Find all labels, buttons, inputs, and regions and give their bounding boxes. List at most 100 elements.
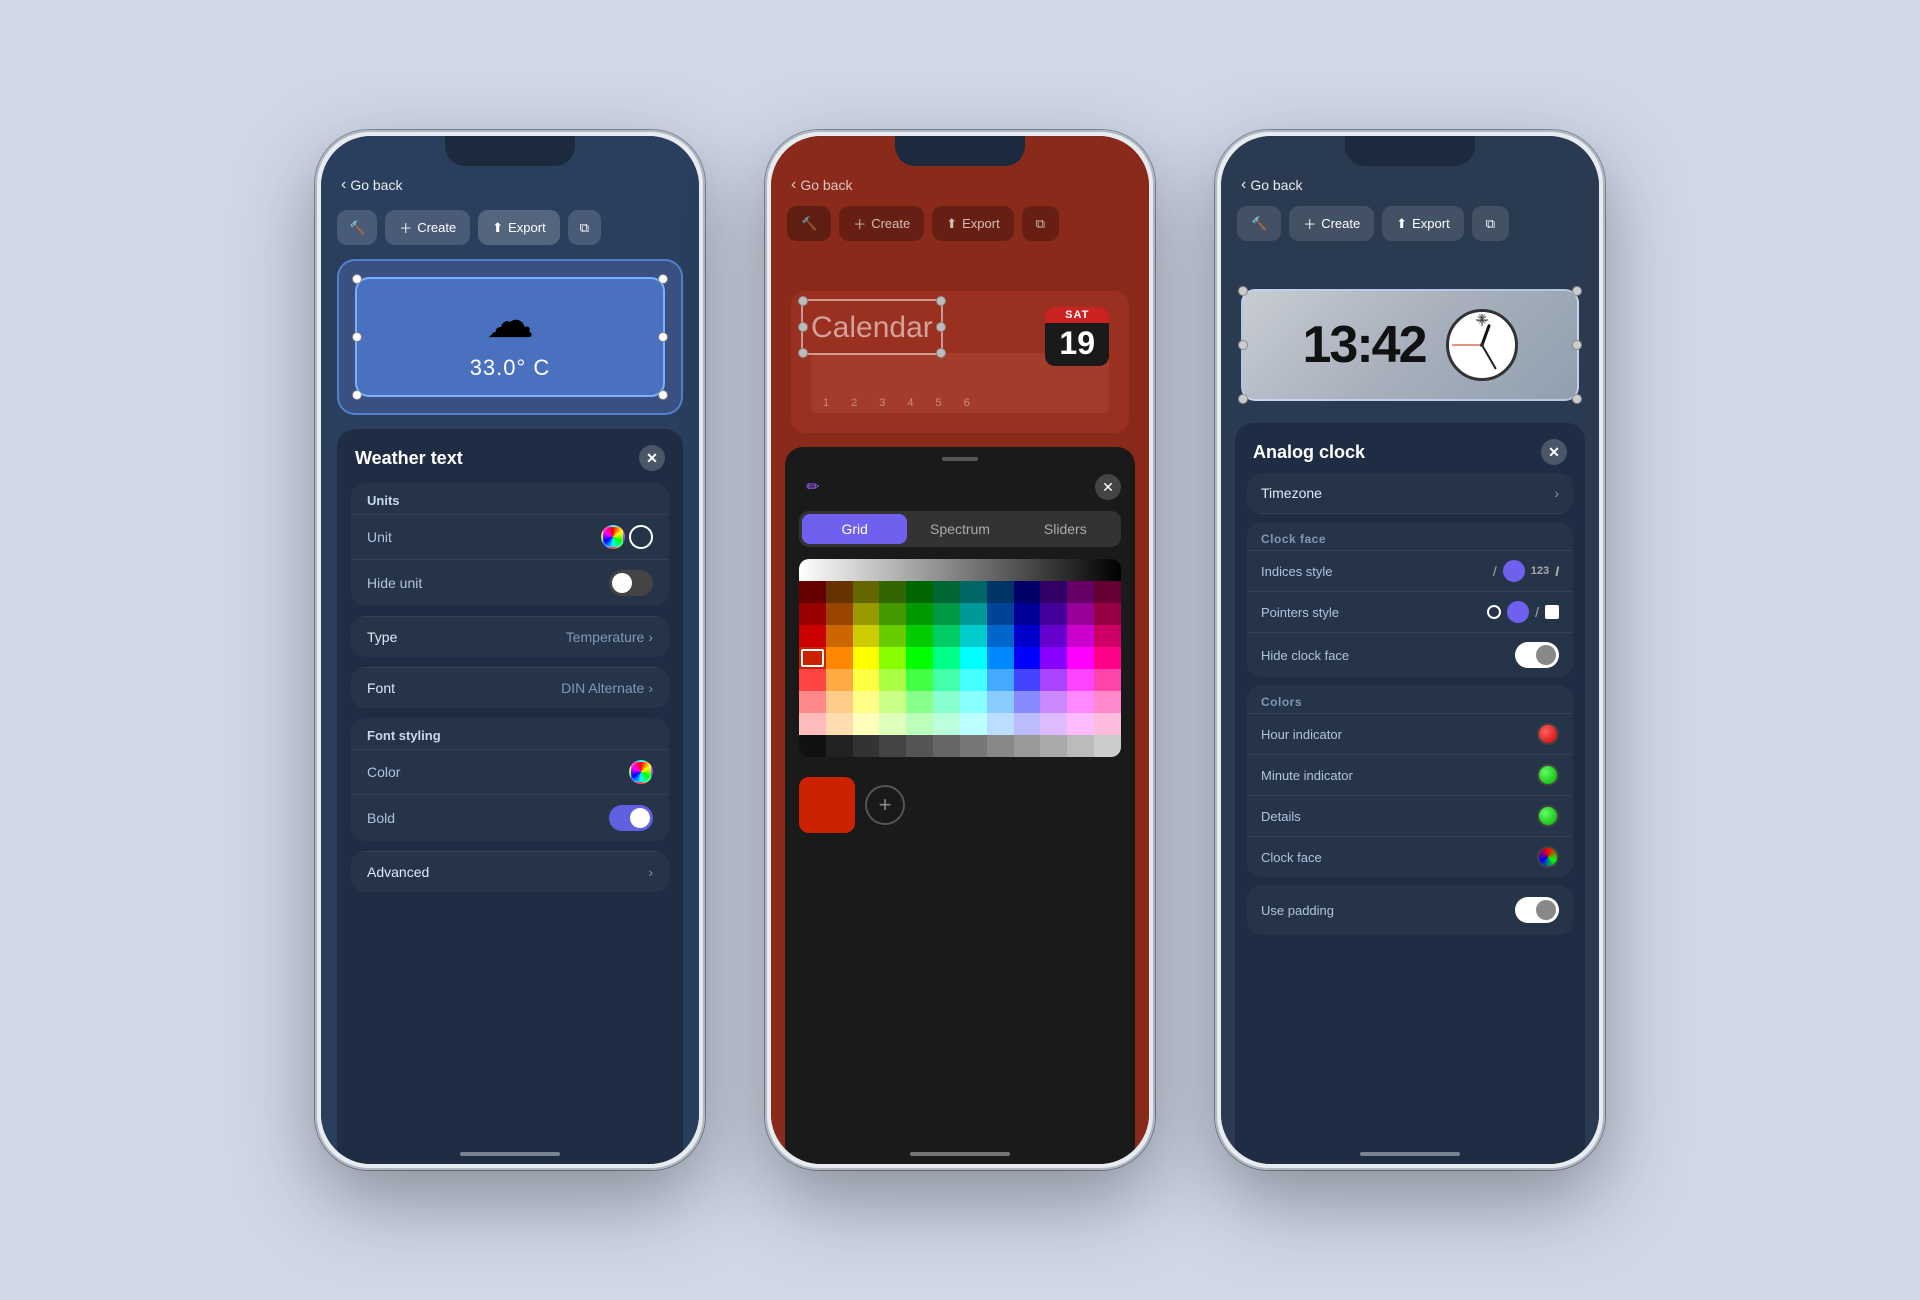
cp-tab-spectrum[interactable]: Spectrum xyxy=(907,514,1012,544)
p2-hammer-button[interactable]: 🔨 xyxy=(787,206,831,241)
use-padding-label: Use padding xyxy=(1261,903,1334,918)
create-button[interactable]: ＋ Create xyxy=(385,210,470,245)
cp-tab-grid[interactable]: Grid xyxy=(802,514,907,544)
p2-plus-icon: ＋ xyxy=(853,214,866,233)
export-icon: ⬆ xyxy=(492,220,503,236)
p2-calendar-label: Calendar xyxy=(811,311,933,344)
resize-handle-tr[interactable] xyxy=(658,274,668,284)
p3-create-button[interactable]: ＋ Create xyxy=(1289,206,1374,241)
close-button[interactable]: ✕ xyxy=(639,445,665,471)
type-nav-row[interactable]: Type Temperature › xyxy=(351,616,669,657)
p2-layers-button[interactable]: ⧉ xyxy=(1022,206,1059,241)
chevron-right-icon-2: › xyxy=(648,680,653,696)
hour-indicator-row: Hour indicator xyxy=(1247,713,1573,754)
resize-handle-br[interactable] xyxy=(658,390,668,400)
plus-icon: ＋ xyxy=(399,218,412,237)
hammer-button[interactable]: 🔨 xyxy=(337,210,377,245)
resize-handle-ml[interactable] xyxy=(352,332,362,342)
panel-title: Weather text xyxy=(355,448,463,469)
pointer-square-opt[interactable] xyxy=(1545,605,1559,619)
resize-handle-bl[interactable] xyxy=(352,390,362,400)
timezone-group: Timezone › xyxy=(1247,473,1573,514)
p3-hammer-button[interactable]: 🔨 xyxy=(1237,206,1281,241)
p3-handle-mr[interactable] xyxy=(1572,340,1582,350)
cp-pencil-icon[interactable]: ✏ xyxy=(799,473,827,501)
indices-style-selected[interactable] xyxy=(1503,560,1525,582)
p3-handle-br[interactable] xyxy=(1572,394,1582,404)
timezone-chevron-icon: › xyxy=(1554,485,1559,501)
resize-handle-mr[interactable] xyxy=(658,332,668,342)
color-row-8 xyxy=(799,735,1121,757)
hide-unit-toggle[interactable] xyxy=(609,570,653,596)
unit-circle-icon[interactable] xyxy=(629,525,653,549)
back-button[interactable]: ‹ Go back xyxy=(341,176,402,194)
unit-color-icon[interactable] xyxy=(601,525,625,549)
p3-handle-tl[interactable] xyxy=(1238,286,1248,296)
type-label: Type xyxy=(367,629,397,645)
p3-layers-button[interactable]: ⧉ xyxy=(1472,206,1509,241)
p3-handle-ml[interactable] xyxy=(1238,340,1248,350)
p3-back-button[interactable]: ‹ Go back xyxy=(1241,176,1302,194)
bold-toggle[interactable] xyxy=(609,805,653,831)
phone-1: ‹ Go back 🔨 ＋ Create ⬆ Export ⧉ xyxy=(315,130,705,1170)
home-indicator xyxy=(460,1152,560,1156)
p3-close-button[interactable]: ✕ xyxy=(1541,439,1567,465)
p2-back-button[interactable]: ‹ Go back xyxy=(791,176,852,194)
hide-clock-face-toggle[interactable] xyxy=(1515,642,1559,668)
resize-handle-tl[interactable] xyxy=(352,274,362,284)
hide-unit-row: Hide unit xyxy=(351,559,669,606)
use-padding-toggle[interactable] xyxy=(1515,897,1559,923)
advanced-group: Advanced › xyxy=(351,851,669,892)
pointer-selected-opt[interactable] xyxy=(1507,601,1529,623)
details-color[interactable] xyxy=(1537,805,1559,827)
p3-plus-icon: ＋ xyxy=(1303,214,1316,233)
panel-title-row: Weather text ✕ xyxy=(337,429,683,483)
cp-drag-bar xyxy=(785,447,1135,467)
p3-hammer-icon: 🔨 xyxy=(1251,216,1267,232)
font-label: Font xyxy=(367,680,395,696)
p2-handle-mr[interactable] xyxy=(936,322,946,332)
timezone-row[interactable]: Timezone › xyxy=(1247,473,1573,514)
cp-current-swatch[interactable] xyxy=(799,777,855,833)
hide-clock-face-row: Hide clock face xyxy=(1247,632,1573,677)
clock-face-color[interactable] xyxy=(1537,846,1559,868)
font-nav-row[interactable]: Font DIN Alternate › xyxy=(351,667,669,708)
p2-handle-ml[interactable] xyxy=(798,322,808,332)
notch-2 xyxy=(895,136,1025,166)
p2-day-label: SAT xyxy=(1045,307,1109,323)
p2-date-num: 19 xyxy=(1045,323,1109,366)
chevron-right-icon: › xyxy=(648,629,653,645)
p2-handle-bl[interactable] xyxy=(798,348,808,358)
p3-clock-face-label: Clock face xyxy=(1261,850,1322,865)
p2-export-button[interactable]: ⬆ Export xyxy=(932,206,1013,241)
p3-panel-title-row: Analog clock ✕ xyxy=(1235,423,1585,473)
p2-create-button[interactable]: ＋ Create xyxy=(839,206,924,241)
color-picker-panel: ✏ ✕ Grid Spectrum Sliders xyxy=(785,447,1135,1164)
minute-indicator-color[interactable] xyxy=(1537,764,1559,786)
p3-handle-tr[interactable] xyxy=(1572,286,1582,296)
p2-date-badge: SAT 19 xyxy=(1045,307,1109,366)
cp-add-button[interactable]: + xyxy=(865,785,905,825)
hour-indicator-color[interactable] xyxy=(1537,723,1559,745)
pointers-style-controls: / xyxy=(1487,601,1559,623)
grayscale-row xyxy=(799,559,1121,581)
color-picker-icon[interactable] xyxy=(629,760,653,784)
p3-export-button[interactable]: ⬆ Export xyxy=(1382,206,1463,241)
pointer-slash-icon[interactable]: / xyxy=(1535,604,1539,620)
p2-handle-tr[interactable] xyxy=(936,296,946,306)
cp-tab-sliders[interactable]: Sliders xyxy=(1013,514,1118,544)
phone-3: ‹ Go back 🔨 ＋ Create ⬆ Export ⧉ xyxy=(1215,130,1605,1170)
p2-handle-tl[interactable] xyxy=(798,296,808,306)
type-group: Type Temperature › xyxy=(351,616,669,657)
pointer-circle-opt[interactable] xyxy=(1487,605,1501,619)
cp-close-button[interactable]: ✕ xyxy=(1095,474,1121,500)
indices-italic-icon: I xyxy=(1555,563,1559,579)
export-button[interactable]: ⬆ Export xyxy=(478,210,559,245)
units-group: Units Unit Hide unit xyxy=(351,483,669,606)
layers-button[interactable]: ⧉ xyxy=(568,210,601,245)
p3-handle-bl[interactable] xyxy=(1238,394,1248,404)
color-row-7 xyxy=(799,713,1121,735)
indices-slash-icon[interactable]: / xyxy=(1493,563,1497,579)
bold-row: Bold xyxy=(351,794,669,841)
advanced-nav-row[interactable]: Advanced › xyxy=(351,851,669,892)
